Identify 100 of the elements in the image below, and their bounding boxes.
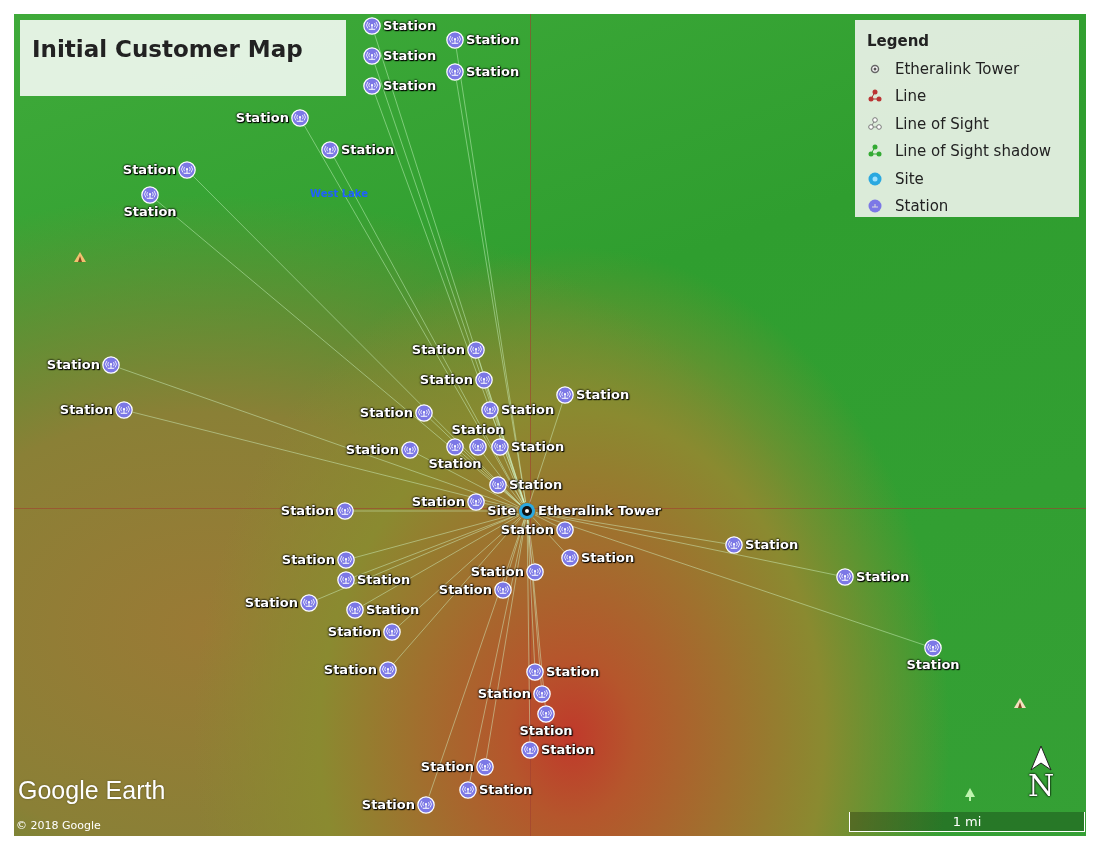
station-label: Station xyxy=(341,143,395,157)
station-marker-icon[interactable] xyxy=(469,438,487,456)
legend-label: Station xyxy=(895,196,949,217)
legend-label: Line of Sight xyxy=(895,113,989,135)
station-label: Station xyxy=(46,358,100,372)
station-label: Station xyxy=(411,495,465,509)
station-marker-icon[interactable] xyxy=(178,161,196,179)
copyright-text: © 2018 Google xyxy=(16,818,101,834)
station-label: Station xyxy=(906,658,960,672)
station-marker-icon[interactable] xyxy=(537,705,555,723)
station-marker-icon[interactable] xyxy=(526,663,544,681)
station-marker-icon[interactable] xyxy=(491,438,509,456)
station-label: Station xyxy=(327,625,381,639)
station-marker-icon[interactable] xyxy=(383,623,401,641)
station-marker-icon[interactable] xyxy=(363,77,381,95)
station-label: Station xyxy=(438,583,492,597)
station-marker-icon[interactable] xyxy=(526,563,544,581)
map-title: Initial Customer Map xyxy=(32,35,304,64)
station-label: Station xyxy=(500,523,554,537)
station-marker-icon[interactable] xyxy=(415,404,433,422)
station-marker-icon[interactable] xyxy=(337,571,355,589)
station-marker-icon[interactable] xyxy=(446,31,464,49)
station-label: Station xyxy=(419,373,473,387)
station-label: Station xyxy=(477,687,531,701)
satellite-map[interactable] xyxy=(14,14,1086,836)
place-label: West Lake xyxy=(310,187,368,201)
station-label: Station xyxy=(280,504,334,518)
north-arrow-icon xyxy=(1030,745,1053,771)
station-marker-icon[interactable] xyxy=(379,661,397,679)
station-marker-icon[interactable] xyxy=(336,502,354,520)
station-label: Station xyxy=(501,403,555,417)
station-label: Station xyxy=(428,457,482,471)
station-marker-icon xyxy=(867,198,883,215)
station-label: Station xyxy=(546,665,600,679)
station-marker-icon[interactable] xyxy=(467,341,485,359)
station-marker-icon[interactable] xyxy=(494,581,512,599)
station-label: Station xyxy=(361,798,415,812)
station-label: Station xyxy=(357,573,411,587)
station-label: Station xyxy=(244,596,298,610)
station-marker-icon[interactable] xyxy=(446,63,464,81)
station-marker-icon[interactable] xyxy=(446,438,464,456)
station-marker-icon[interactable] xyxy=(417,796,435,814)
station-label: Station xyxy=(420,760,474,774)
station-marker-icon[interactable] xyxy=(401,441,419,459)
station-label: Station xyxy=(466,65,520,79)
station-marker-icon[interactable] xyxy=(481,401,499,419)
tent-icon xyxy=(1014,698,1026,708)
tree-icon xyxy=(964,788,976,802)
station-marker-icon[interactable] xyxy=(556,521,574,539)
station-label: Station xyxy=(576,388,630,402)
legend-label: Line of Sight shadow xyxy=(895,141,1052,162)
station-marker-icon[interactable] xyxy=(346,601,364,619)
station-marker-icon[interactable] xyxy=(321,141,339,159)
site-label: Site xyxy=(487,504,516,518)
station-marker-icon[interactable] xyxy=(836,568,854,586)
station-label: Station xyxy=(383,49,437,63)
station-marker-icon[interactable] xyxy=(521,741,539,759)
station-label: Station xyxy=(281,553,335,567)
station-label: Station xyxy=(59,403,113,417)
nodes-icon xyxy=(867,115,883,132)
site-marker-icon xyxy=(867,170,883,187)
station-label: Station xyxy=(323,663,377,677)
station-label: Station xyxy=(511,440,565,454)
station-label: Station xyxy=(470,565,524,579)
station-marker-icon[interactable] xyxy=(291,109,309,127)
station-label: Station xyxy=(451,423,505,437)
station-label: Station xyxy=(123,205,177,219)
station-marker-icon[interactable] xyxy=(725,536,743,554)
station-marker-icon[interactable] xyxy=(475,371,493,389)
station-marker-icon[interactable] xyxy=(489,476,507,494)
station-marker-icon[interactable] xyxy=(533,685,551,703)
station-marker-icon[interactable] xyxy=(467,493,485,511)
station-marker-icon[interactable] xyxy=(476,758,494,776)
station-label: Station xyxy=(366,603,420,617)
station-marker-icon[interactable] xyxy=(141,186,159,204)
logo-text: Google Earth xyxy=(18,775,166,806)
station-label: Station xyxy=(479,783,533,797)
station-label: Station xyxy=(383,19,437,33)
tent-icon xyxy=(74,252,86,262)
compass-label: N xyxy=(1028,771,1055,801)
station-label: Station xyxy=(856,570,910,584)
station-label: Station xyxy=(359,406,413,420)
station-marker-icon[interactable] xyxy=(337,551,355,569)
station-marker-icon[interactable] xyxy=(556,386,574,404)
station-marker-icon[interactable] xyxy=(363,47,381,65)
tower-label: Etheralink Tower xyxy=(538,504,661,518)
station-marker-icon[interactable] xyxy=(459,781,477,799)
site-marker-icon[interactable] xyxy=(518,502,536,520)
station-marker-icon[interactable] xyxy=(561,549,579,567)
legend-label: Line xyxy=(895,86,927,107)
station-marker-icon[interactable] xyxy=(115,401,133,419)
legend-label: Etheralink Tower xyxy=(895,58,1020,80)
station-label: Station xyxy=(466,33,520,47)
station-label: Station xyxy=(383,79,437,93)
station-marker-icon[interactable] xyxy=(924,639,942,657)
station-marker-icon[interactable] xyxy=(300,594,318,612)
station-marker-icon[interactable] xyxy=(363,17,381,35)
station-marker-icon[interactable] xyxy=(102,356,120,374)
station-label: Station xyxy=(745,538,799,552)
station-label: Station xyxy=(519,724,573,738)
